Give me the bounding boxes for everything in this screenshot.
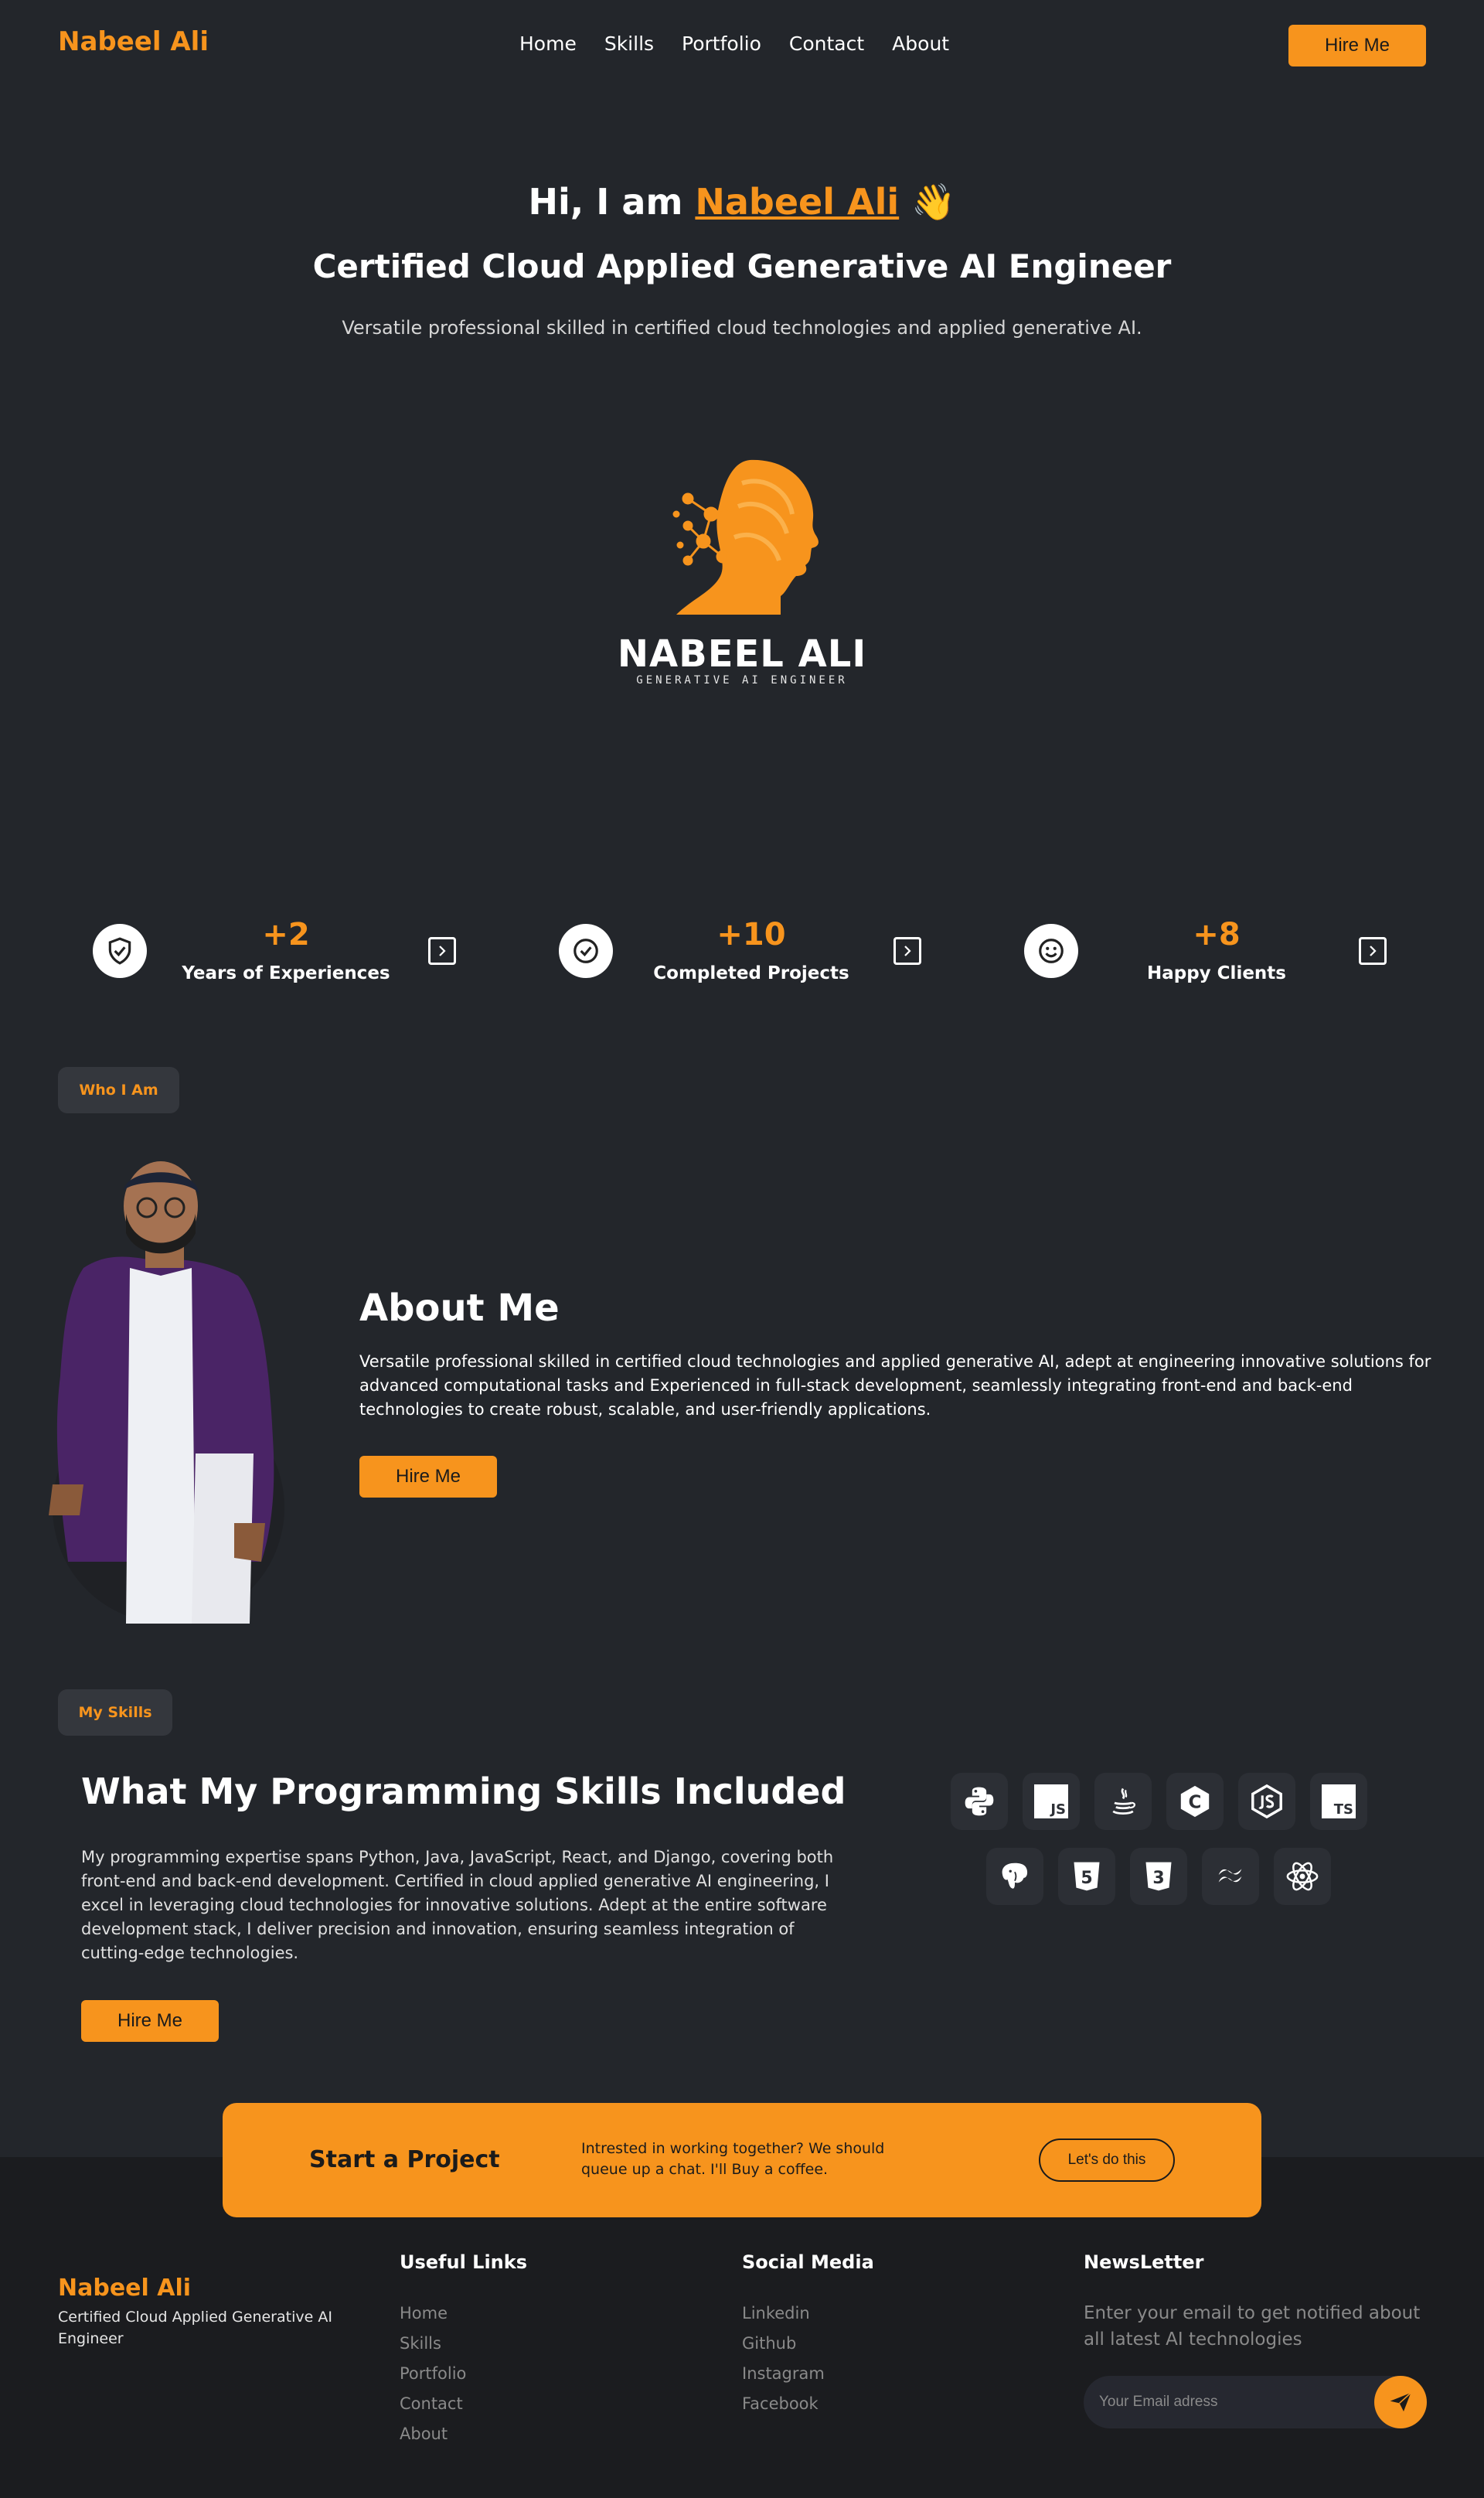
brand-logo[interactable]: Nabeel Ali — [58, 26, 209, 57]
footer-link-home[interactable]: Home — [400, 2304, 466, 2334]
footer-link-contact[interactable]: Contact — [400, 2394, 466, 2425]
newsletter-text: Enter your email to get notified about a… — [1084, 2303, 1421, 2350]
hero-greeting: Hi, I am Nabeel Ali 👋 — [0, 181, 1484, 223]
about-hire-button[interactable]: Hire Me — [359, 1456, 497, 1498]
css3-label: 3 — [1152, 1869, 1164, 1888]
stat-projects-label: Completed Projects — [653, 963, 849, 983]
profile-photo — [49, 1161, 284, 1624]
useful-links-heading: Useful Links — [400, 2251, 528, 2273]
javascript-icon: JS — [1023, 1773, 1080, 1830]
chevron-right-icon[interactable] — [893, 937, 921, 965]
java-icon — [1094, 1773, 1152, 1830]
social-link-github[interactable]: Github — [742, 2334, 825, 2364]
chevron-right-icon[interactable] — [428, 937, 456, 965]
about-text: Versatile professional skilled in certif… — [359, 1352, 1431, 1419]
postgresql-icon — [986, 1848, 1043, 1905]
html5-label: 5 — [1081, 1869, 1092, 1888]
nav-link-contact[interactable]: Contact — [789, 32, 864, 55]
nav-link-portfolio[interactable]: Portfolio — [682, 32, 761, 55]
who-i-am-badge: Who I Am — [58, 1067, 179, 1113]
nav-link-skills[interactable]: Skills — [604, 32, 654, 55]
social-link-facebook[interactable]: Facebook — [742, 2394, 825, 2425]
footer-brand: Nabeel Ali — [58, 2275, 192, 2302]
react-icon — [1274, 1848, 1331, 1905]
wave-emoji-icon: 👋 — [911, 181, 956, 223]
social-link-linkedin[interactable]: Linkedin — [742, 2304, 825, 2334]
logo-tagline: GENERATIVE AI ENGINEER — [636, 674, 848, 687]
skills-title: What My Programming Skills Included — [81, 1770, 846, 1812]
newsletter-email-input[interactable] — [1084, 2376, 1424, 2428]
social-link-instagram[interactable]: Instagram — [742, 2364, 825, 2394]
lets-do-this-button[interactable]: Let's do this — [1039, 2138, 1175, 2182]
typescript-badge: TS — [1322, 1784, 1356, 1818]
social-media-heading: Social Media — [742, 2251, 874, 2273]
stat-clients-label: Happy Clients — [1146, 963, 1286, 983]
nodejs-icon — [1238, 1773, 1295, 1830]
nav-link-home[interactable]: Home — [519, 32, 577, 55]
nav-link-about[interactable]: About — [892, 32, 949, 55]
my-skills-badge: My Skills — [58, 1689, 172, 1736]
social-links-list: Linkedin Github Instagram Facebook — [742, 2304, 825, 2425]
hero-greeting-text: Hi, I am — [528, 181, 696, 223]
css3-icon: 3 — [1130, 1848, 1187, 1905]
skills-text: My programming expertise spans Python, J… — [81, 1848, 834, 1962]
cta-text: Intrested in working together? We should… — [581, 2140, 885, 2178]
send-button[interactable] — [1374, 2376, 1427, 2428]
smile-icon — [1024, 924, 1078, 978]
hero-name: Nabeel Ali — [695, 181, 900, 223]
footer-link-about[interactable]: About — [400, 2425, 466, 2455]
footer-tagline: Certified Cloud Applied Generative AI En… — [58, 2309, 332, 2347]
chevron-right-icon[interactable] — [1359, 937, 1387, 965]
typescript-label: TS — [1333, 1801, 1353, 1818]
c-label: C — [1189, 1793, 1202, 1813]
logo-name: NABEEL ALI — [617, 632, 867, 676]
javascript-badge: JS — [1034, 1784, 1068, 1818]
html5-icon: 5 — [1058, 1848, 1115, 1905]
newsletter-heading: NewsLetter — [1084, 2251, 1204, 2273]
nav-links: Home Skills Portfolio Contact About — [519, 32, 949, 55]
skills-hire-button[interactable]: Hire Me — [81, 2000, 219, 2042]
stat-projects-value: +10 — [716, 917, 786, 953]
check-circle-icon — [559, 924, 613, 978]
c-icon: C — [1166, 1773, 1224, 1830]
hero-title: Certified Cloud Applied Generative AI En… — [312, 247, 1172, 285]
stat-years-label: Years of Experiences — [182, 963, 390, 983]
paper-plane-icon — [1390, 2392, 1411, 2411]
ai-head-logo-icon — [672, 459, 819, 615]
typescript-icon: TS — [1310, 1773, 1367, 1830]
tailwind-icon — [1202, 1848, 1259, 1905]
hero-subtitle: Versatile professional skilled in certif… — [342, 317, 1142, 339]
javascript-label: JS — [1050, 1801, 1066, 1818]
shield-check-icon — [93, 924, 147, 978]
footer-link-skills[interactable]: Skills — [400, 2334, 466, 2364]
about-title: About Me — [359, 1286, 560, 1330]
top-nav: Nabeel Ali Home Skills Portfolio Contact… — [0, 0, 1484, 93]
useful-links-list: Home Skills Portfolio Contact About — [400, 2304, 466, 2455]
nav-hire-button[interactable]: Hire Me — [1288, 25, 1426, 66]
footer-link-portfolio[interactable]: Portfolio — [400, 2364, 466, 2394]
cta-title: Start a Project — [309, 2146, 500, 2173]
stat-years-value: +2 — [262, 917, 310, 953]
stat-clients-value: +8 — [1193, 917, 1241, 953]
start-project-banner: Start a Project Intrested in working tog… — [223, 2103, 1261, 2217]
python-icon — [951, 1773, 1008, 1830]
